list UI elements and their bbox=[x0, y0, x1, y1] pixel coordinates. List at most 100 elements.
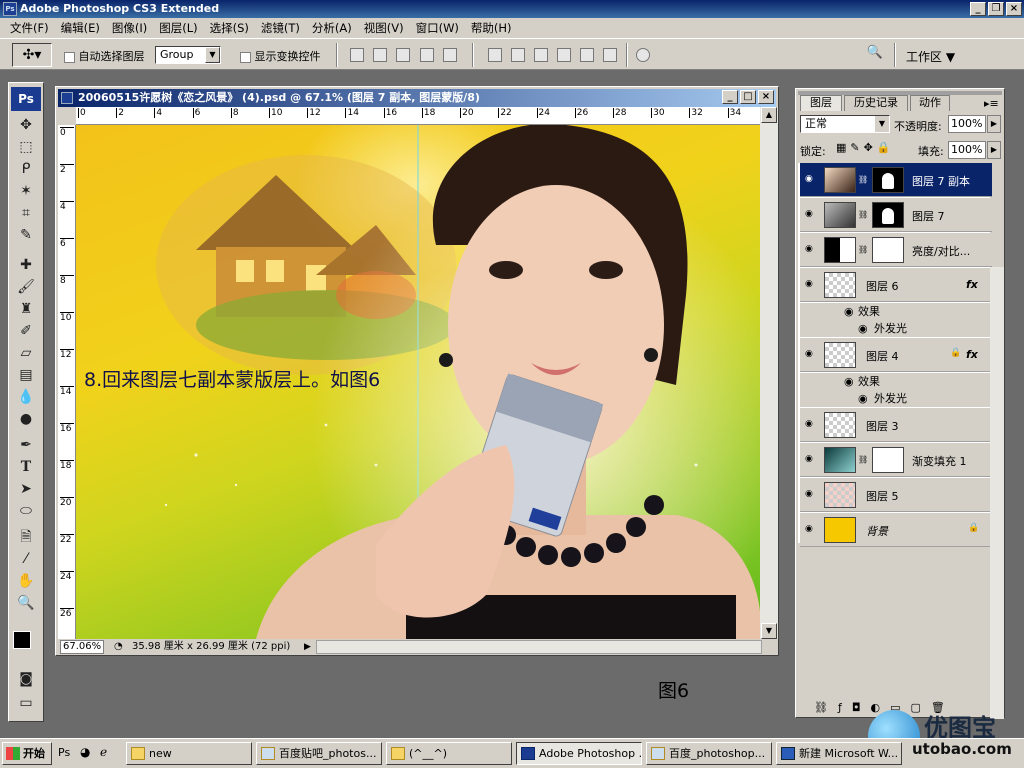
eye-icon[interactable]: ◉ bbox=[805, 209, 817, 219]
quicklaunch-ps-icon[interactable]: Ps bbox=[58, 746, 70, 759]
link-icon[interactable]: ⛓ bbox=[858, 210, 868, 219]
align-vcenter-icon[interactable] bbox=[373, 48, 387, 62]
align-bottom-icon[interactable] bbox=[396, 48, 410, 62]
hand-tool-icon[interactable]: ✋ bbox=[15, 571, 37, 591]
group-select[interactable]: Group ▼ bbox=[155, 46, 221, 64]
align-top-icon[interactable] bbox=[350, 48, 364, 62]
distribute-vcenter-icon[interactable] bbox=[511, 48, 525, 62]
vertical-scrollbar[interactable]: ▲ ▼ bbox=[760, 107, 778, 639]
layer-row[interactable]: ◉ ⛓ 渐变填充 1 bbox=[800, 443, 992, 477]
task-item[interactable]: (^__^) bbox=[386, 742, 512, 765]
fx-icon[interactable]: fx bbox=[966, 278, 978, 291]
task-item[interactable]: new bbox=[126, 742, 252, 765]
menu-select[interactable]: 选择(S) bbox=[204, 20, 255, 36]
move-tool-icon[interactable]: ✥ bbox=[15, 115, 37, 135]
healing-brush-icon[interactable]: ✚ bbox=[15, 255, 37, 275]
scroll-down-arrow-icon[interactable]: ▼ bbox=[761, 623, 777, 639]
slice-tool-icon[interactable]: ✎ bbox=[15, 225, 37, 245]
task-item[interactable]: 百度_photoshop... bbox=[646, 742, 772, 765]
layer-mask-thumbnail[interactable] bbox=[872, 167, 904, 193]
opacity-slider-arrow-icon[interactable]: ▶ bbox=[987, 115, 1001, 133]
distribute-left-icon[interactable] bbox=[557, 48, 571, 62]
layer-row[interactable]: ◉ ⛓ 亮度/对比... bbox=[800, 233, 992, 267]
task-item-active[interactable]: Adobe Photoshop ... bbox=[516, 742, 642, 765]
tab-history[interactable]: 历史记录 bbox=[844, 95, 908, 111]
distribute-top-icon[interactable] bbox=[488, 48, 502, 62]
layer-mask-thumbnail[interactable] bbox=[872, 237, 904, 263]
link-icon[interactable]: ⛓ bbox=[858, 455, 868, 464]
path-select-icon[interactable]: ➤ bbox=[15, 479, 37, 499]
shape-tool-icon[interactable]: ⬭ bbox=[15, 501, 37, 521]
blend-mode-select[interactable]: 正常 ▼ bbox=[800, 115, 890, 133]
menu-window[interactable]: 窗口(W) bbox=[410, 20, 465, 36]
layers-scrollbar[interactable] bbox=[990, 267, 1004, 719]
gradient-tool-icon[interactable]: ▤ bbox=[15, 365, 37, 385]
screen-mode-icon[interactable]: ▭ bbox=[15, 693, 37, 713]
task-item[interactable]: 新建 Microsoft W... bbox=[776, 742, 902, 765]
document-title-bar[interactable]: 20060515许愿树《恋之风景》 (4).psd @ 67.1% (图层 7 … bbox=[58, 89, 776, 107]
effects-row[interactable]: ◉ 效果 bbox=[800, 373, 992, 390]
canvas[interactable]: 8.回来图层七副本蒙版层上。如图6 bbox=[76, 125, 760, 639]
menu-edit[interactable]: 编辑(E) bbox=[55, 20, 106, 36]
marquee-tool-icon[interactable]: ⬚ bbox=[15, 137, 37, 157]
layer-row[interactable]: ◉ 图层 3 bbox=[800, 408, 992, 442]
foreground-color-swatch[interactable] bbox=[13, 631, 31, 649]
close-button[interactable]: × bbox=[1006, 2, 1022, 16]
distribute-right-icon[interactable] bbox=[603, 48, 617, 62]
align-left-icon[interactable] bbox=[420, 48, 434, 62]
menu-image[interactable]: 图像(I) bbox=[106, 20, 153, 36]
eye-icon[interactable]: ◉ bbox=[805, 489, 817, 499]
doc-close-button[interactable]: × bbox=[758, 90, 774, 104]
menu-layer[interactable]: 图层(L) bbox=[153, 20, 203, 36]
auto-align-icon[interactable] bbox=[636, 48, 650, 62]
menu-view[interactable]: 视图(V) bbox=[358, 20, 410, 36]
layer-row[interactable]: ◉ ⛓ 图层 7 副本 bbox=[800, 163, 992, 197]
move-tool-preset-picker[interactable]: ✣▾ bbox=[12, 43, 52, 67]
eye-icon[interactable]: ◉ bbox=[805, 454, 817, 464]
layer-row[interactable]: ◉ ⛓ 图层 7 bbox=[800, 198, 992, 232]
link-icon[interactable]: ⛓ bbox=[858, 175, 868, 184]
eye-icon[interactable]: ◉ bbox=[805, 349, 817, 359]
layer-row[interactable]: ◉ 图层 5 bbox=[800, 478, 992, 512]
layer-row[interactable]: ◉ 图层 6 fx bbox=[800, 268, 992, 302]
horizontal-scrollbar[interactable] bbox=[316, 640, 762, 654]
layer-row[interactable]: ◉ 背景 🔒 bbox=[800, 513, 992, 547]
menu-analysis[interactable]: 分析(A) bbox=[306, 20, 358, 36]
panel-menu-icon[interactable]: ▸≡ bbox=[984, 97, 999, 110]
eye-icon[interactable]: ◉ bbox=[805, 524, 817, 534]
blur-tool-icon[interactable]: 💧 bbox=[15, 387, 37, 407]
lasso-tool-icon[interactable]: ᑭ bbox=[15, 159, 37, 179]
menu-help[interactable]: 帮助(H) bbox=[465, 20, 518, 36]
menu-filter[interactable]: 滤镜(T) bbox=[255, 20, 306, 36]
restore-button[interactable]: ❐ bbox=[988, 2, 1004, 16]
eraser-tool-icon[interactable]: ▱ bbox=[15, 343, 37, 363]
eye-icon[interactable]: ◉ bbox=[805, 279, 817, 289]
auto-select-checkbox[interactable] bbox=[64, 51, 75, 63]
align-hcenter-icon[interactable] bbox=[443, 48, 457, 62]
type-tool-icon[interactable]: T bbox=[15, 457, 37, 477]
minimize-button[interactable]: _ bbox=[970, 2, 986, 16]
scroll-up-arrow-icon[interactable]: ▲ bbox=[761, 107, 777, 123]
eye-icon[interactable]: ◉ bbox=[844, 303, 854, 320]
quicklaunch-ie-icon[interactable]: ℯ bbox=[100, 745, 107, 759]
dodge-tool-icon[interactable]: ● bbox=[15, 409, 37, 429]
show-transform-checkbox[interactable] bbox=[240, 51, 251, 63]
fill-input[interactable]: 100% bbox=[948, 141, 986, 159]
distribute-hcenter-icon[interactable] bbox=[580, 48, 594, 62]
history-brush-icon[interactable]: ✐ bbox=[15, 321, 37, 341]
workspace-button[interactable]: 工作区 ▼ bbox=[906, 48, 955, 65]
doc-minimize-button[interactable]: _ bbox=[722, 90, 738, 104]
layer-mask-thumbnail[interactable] bbox=[872, 202, 904, 228]
fill-slider-arrow-icon[interactable]: ▶ bbox=[987, 141, 1001, 159]
zoom-tool-icon[interactable]: 🔍 bbox=[15, 593, 37, 613]
effects-row[interactable]: ◉ 效果 bbox=[800, 303, 992, 320]
menu-file[interactable]: 文件(F) bbox=[4, 20, 55, 36]
eye-icon[interactable]: ◉ bbox=[844, 373, 854, 390]
status-menu-icon[interactable]: ◔ bbox=[114, 639, 123, 655]
status-arrow-icon[interactable]: ▶ bbox=[304, 639, 311, 655]
opacity-input[interactable]: 100% bbox=[948, 115, 986, 133]
eye-icon[interactable]: ◉ bbox=[805, 174, 817, 184]
crop-tool-icon[interactable]: ⌗ bbox=[15, 203, 37, 223]
fx-icon[interactable]: fx bbox=[966, 348, 978, 361]
effect-item[interactable]: ◉ 外发光 bbox=[800, 320, 992, 337]
